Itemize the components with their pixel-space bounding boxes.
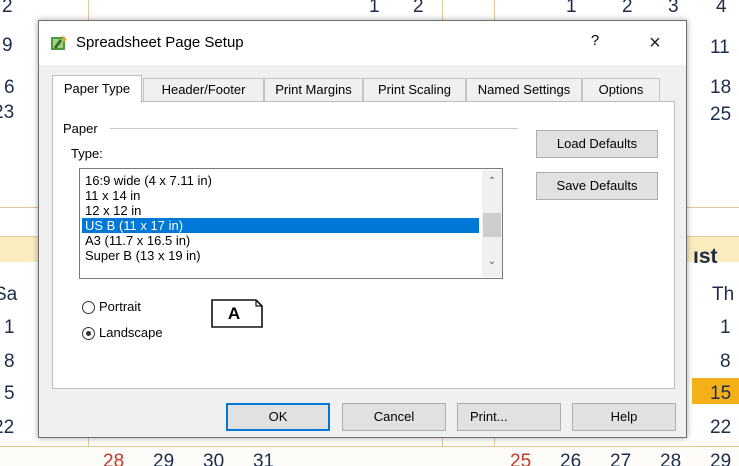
chevron-down-icon[interactable]: ⌄	[482, 252, 502, 272]
calendar-date: 18	[710, 77, 732, 98]
calendar-date: 30	[203, 451, 225, 466]
calendar-date: 25	[510, 451, 532, 466]
calendar-date: 8	[720, 351, 731, 372]
calendar-date: 6	[4, 77, 15, 98]
calendar-date: 4	[716, 0, 727, 17]
calendar-date: 29	[710, 451, 732, 466]
list-item[interactable]: Super B (13 x 19 in)	[82, 248, 479, 263]
dialog-title: Spreadsheet Page Setup	[76, 34, 244, 51]
calendar-date: 1	[566, 0, 577, 17]
calendar-date: 2	[413, 0, 424, 17]
calendar-date: 28	[660, 451, 682, 466]
spreadsheet-app-icon	[51, 35, 67, 50]
orientation-preview-letter: A	[227, 304, 241, 323]
chevron-up-icon[interactable]: ⌃	[482, 172, 502, 192]
calendar-date: 25	[710, 104, 732, 125]
listbox-scrollbar[interactable]: ⌃ ⌄	[482, 170, 502, 277]
scrollbar-thumb[interactable]	[483, 213, 501, 237]
close-icon[interactable]: ×	[633, 29, 677, 57]
tab-print-scaling[interactable]: Print Scaling	[363, 78, 466, 102]
calendar-weekday: Th	[712, 284, 735, 305]
calendar-date: 1	[369, 0, 380, 17]
ok-button[interactable]: OK	[226, 403, 330, 431]
save-defaults-button[interactable]: Save Defaults	[536, 172, 658, 200]
tab-paper-type[interactable]: Paper Type	[52, 75, 142, 103]
list-item[interactable]: A3 (11.7 x 16.5 in)	[82, 233, 479, 248]
calendar-date: 5	[4, 383, 15, 404]
calendar-gridline	[686, 207, 739, 208]
paper-type-listbox[interactable]: 16:9 wide (4 x 7.11 in) 11 x 14 in 12 x …	[79, 168, 503, 279]
calendar-weekday: Sa	[0, 284, 18, 305]
landscape-radio[interactable]	[82, 327, 95, 340]
calendar-gridline	[0, 207, 40, 208]
screen: 2 9 6 23 Sa 1 8 5 22 29 1 2 1 2 3 4 11 1…	[0, 0, 739, 466]
orientation-preview-icon: A	[211, 299, 263, 328]
calendar-date: 1	[720, 317, 731, 338]
calendar-date: 26	[560, 451, 582, 466]
tab-named-settings[interactable]: Named Settings	[466, 78, 582, 102]
paper-group-divider	[110, 128, 518, 129]
calendar-date: 28	[103, 451, 125, 466]
tab-print-margins[interactable]: Print Margins	[264, 78, 363, 102]
paper-type-label: Type:	[71, 146, 103, 161]
title-bar[interactable]: Spreadsheet Page Setup ? ×	[39, 21, 686, 65]
radio-selected-dot	[86, 331, 91, 336]
calendar-date: 8	[4, 351, 15, 372]
paper-group-label: Paper	[63, 121, 98, 136]
print-button[interactable]: Print...	[457, 403, 561, 431]
help-button[interactable]: Help	[572, 403, 676, 431]
calendar-month-title: ıst	[693, 245, 718, 268]
calendar-date: 15	[710, 383, 732, 404]
calendar-date: 23	[0, 102, 15, 123]
calendar-date: 27	[610, 451, 632, 466]
list-item[interactable]: 16:9 wide (4 x 7.11 in)	[82, 173, 479, 188]
portrait-radio[interactable]	[82, 301, 95, 314]
calendar-date: 1	[4, 317, 15, 338]
calendar-date: 22	[0, 417, 15, 438]
portrait-label[interactable]: Portrait	[99, 299, 141, 314]
cancel-button[interactable]: Cancel	[342, 403, 446, 431]
load-defaults-button[interactable]: Load Defaults	[536, 130, 658, 158]
tab-header-footer[interactable]: Header/Footer	[143, 78, 264, 102]
tab-options[interactable]: Options	[582, 78, 660, 102]
calendar-date: 2	[622, 0, 633, 17]
calendar-date: 11	[710, 37, 730, 58]
list-item-selected[interactable]: US B (11 x 17 in)	[82, 218, 479, 233]
calendar-date: 2	[2, 0, 13, 17]
calendar-date: 3	[668, 0, 679, 17]
list-item[interactable]: 12 x 12 in	[82, 203, 479, 218]
calendar-date: 22	[710, 417, 732, 438]
calendar-date: 29	[153, 451, 175, 466]
help-icon[interactable]: ?	[575, 32, 615, 54]
landscape-label[interactable]: Landscape	[99, 325, 163, 340]
calendar-date: 31	[253, 451, 275, 466]
calendar-date: 9	[2, 35, 13, 56]
list-item[interactable]: 11 x 14 in	[82, 188, 479, 203]
